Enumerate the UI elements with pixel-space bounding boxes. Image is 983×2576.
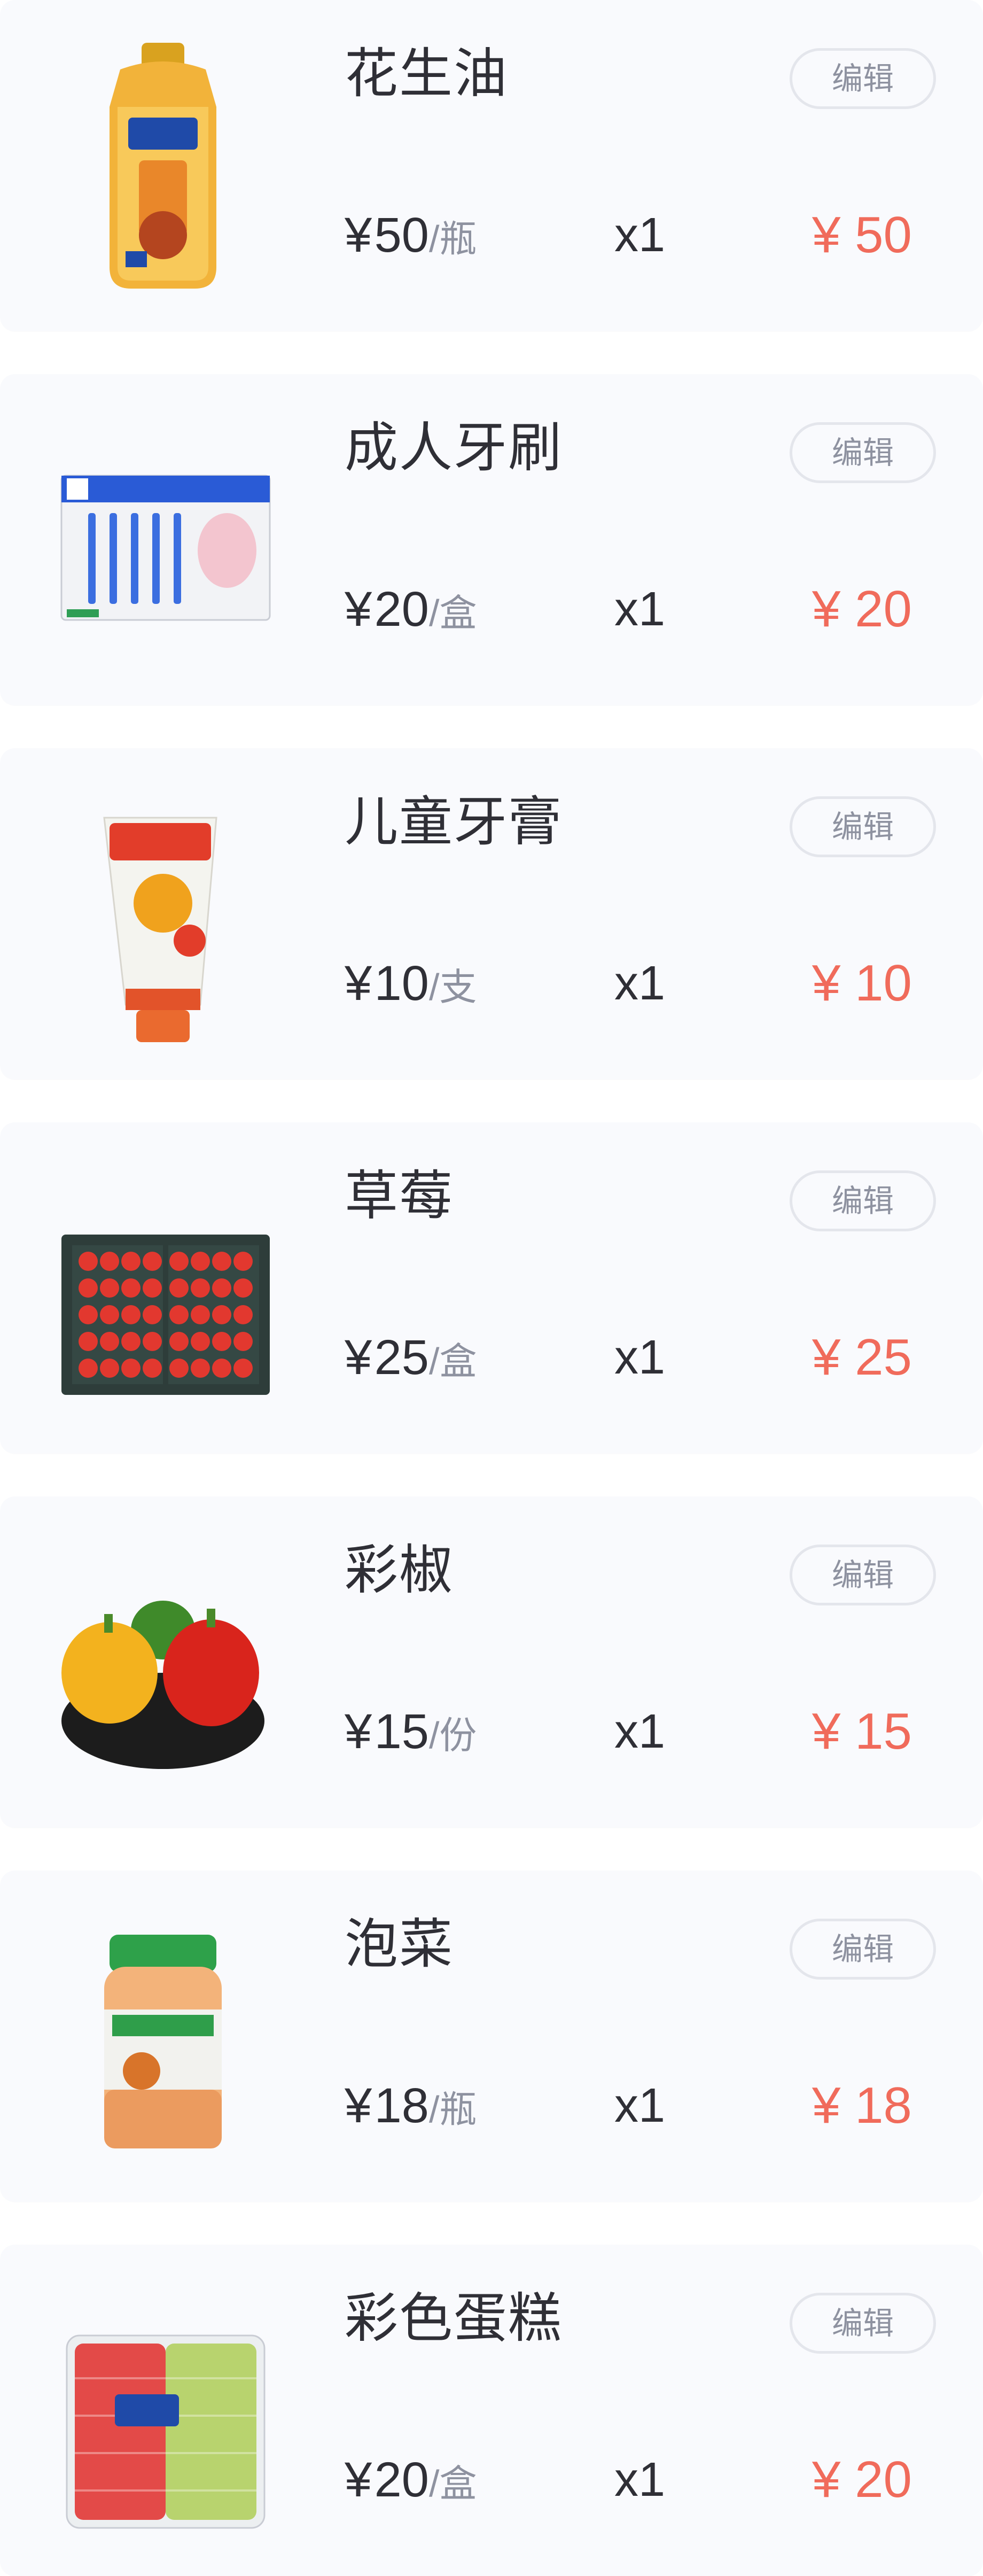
peanut-oil-image [51,32,275,299]
strawberry-box-image [51,1154,275,1422]
quantity: x1 [614,2079,666,2132]
unit-price-value: 15 [374,1704,429,1759]
edit-button[interactable]: 编辑 [790,1919,936,1980]
unit-price: ¥ 25/盒 [345,1325,477,1390]
unit-price: ¥ 18/瓶 [345,2074,477,2138]
unit-price-value: 20 [374,582,429,637]
cart-item-card: 成人牙刷 编辑 ¥ 20/盒 x1 ¥ 20 [0,374,983,705]
unit-label: /瓶 [428,218,477,260]
unit-price-value: 18 [374,2078,429,2133]
item-name: 儿童牙膏 [345,792,563,852]
unit-price-value: 25 [374,1330,429,1385]
line-total: ¥ 10 [812,955,912,1012]
colored-cake-image [51,2277,275,2544]
cart-item-card: 彩椒 编辑 ¥ 15/份 x1 ¥ 15 [0,1496,983,1828]
unit-label: /份 [428,1714,477,1756]
item-name: 彩椒 [345,1540,454,1600]
unit-label: /支 [428,966,477,1008]
unit-price-value: 20 [374,2453,429,2507]
unit-price: ¥ 10/支 [345,951,477,1015]
line-total: ¥ 20 [812,580,912,638]
quantity: x1 [614,2453,666,2507]
cart-item-card: 花生油 编辑 ¥ 50/瓶 x1 ¥ 50 [0,0,983,331]
unit-price-value: 50 [374,208,429,262]
currency-symbol: ¥ [345,1704,372,1759]
bell-peppers-image [51,1528,275,1796]
currency-symbol: ¥ [345,956,372,1011]
toothbrush-pack-image [51,406,275,673]
line-total: ¥ 18 [812,2077,912,2134]
item-name: 成人牙刷 [345,418,563,478]
line-total: ¥ 25 [812,1329,912,1386]
cart-item-list: 花生油 编辑 ¥ 50/瓶 x1 ¥ 50 成人牙刷 编辑 ¥ 20/盒 x1 … [0,0,983,2576]
currency-symbol: ¥ [345,582,372,637]
unit-label: /盒 [428,592,477,634]
edit-button[interactable]: 编辑 [790,1545,936,1605]
kids-toothpaste-image [51,780,275,1048]
edit-button[interactable]: 编辑 [790,1170,936,1231]
unit-label: /盒 [428,1340,477,1382]
line-total: ¥ 50 [812,206,912,263]
edit-button[interactable]: 编辑 [790,422,936,483]
cart-item-card: 泡菜 编辑 ¥ 18/瓶 x1 ¥ 18 [0,1871,983,2202]
cart-item-card: 儿童牙膏 编辑 ¥ 10/支 x1 ¥ 10 [0,748,983,1080]
unit-price-value: 10 [374,956,429,1011]
currency-symbol: ¥ [345,2078,372,2133]
item-name: 彩色蛋糕 [345,2288,563,2348]
unit-price: ¥ 15/份 [345,1700,477,1764]
unit-price: ¥ 50/瓶 [345,203,477,267]
item-name: 花生油 [345,44,508,104]
currency-symbol: ¥ [345,1330,372,1385]
quantity: x1 [614,1705,666,1758]
currency-symbol: ¥ [345,2453,372,2507]
line-total: ¥ 20 [812,2451,912,2508]
item-name: 草莓 [345,1166,454,1226]
item-name: 泡菜 [345,1914,454,1974]
quantity: x1 [614,1331,666,1384]
edit-button[interactable]: 编辑 [790,2293,936,2354]
cart-item-card: 草莓 编辑 ¥ 25/盒 x1 ¥ 25 [0,1122,983,1454]
currency-symbol: ¥ [345,208,372,262]
unit-price: ¥ 20/盒 [345,577,477,641]
quantity: x1 [614,583,666,636]
unit-price: ¥ 20/盒 [345,2448,477,2512]
line-total: ¥ 15 [812,1703,912,1760]
edit-button[interactable]: 编辑 [790,48,936,109]
edit-button[interactable]: 编辑 [790,796,936,857]
quantity: x1 [614,208,666,262]
kimchi-jar-image [51,1903,275,2170]
quantity: x1 [614,957,666,1010]
cart-item-card: 彩色蛋糕 编辑 ¥ 20/盒 x1 ¥ 20 [0,2245,983,2576]
unit-label: /瓶 [428,2089,477,2130]
unit-label: /盒 [428,2463,477,2504]
